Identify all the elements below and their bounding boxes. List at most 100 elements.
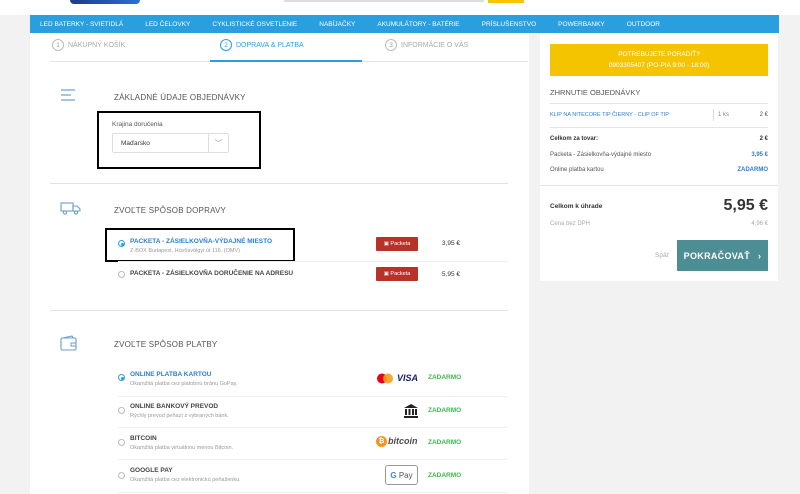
nav-item-outdoor[interactable]: OUTDOOR <box>617 21 672 28</box>
shipping-value: 3,95 € <box>751 152 768 158</box>
shipping-option-price: 5,95 € <box>441 271 460 278</box>
payment-radio-card[interactable] <box>118 374 125 381</box>
continue-button[interactable]: POKRAČOVAŤ › <box>677 240 768 271</box>
payment-radio-bank[interactable] <box>118 407 125 414</box>
shipping-option-price: 3,95 € <box>441 240 460 247</box>
payment-option-bank[interactable]: ONLINE BANKOVÝ PREVOD Rýchly prevod peňa… <box>118 401 508 425</box>
option-divider <box>118 459 508 460</box>
nav-item-akumulatory[interactable]: AKUMULÁTORY - BATÉRIE <box>367 21 471 28</box>
google-g-icon: G <box>390 470 397 480</box>
payment-title: ZVOĽTE SPÔSOB PLATBY <box>114 340 218 349</box>
section-divider <box>50 310 508 311</box>
payment-option-gpay[interactable]: GOOGLE PAY Okamžitá platba cez elektroni… <box>118 465 508 489</box>
bitcoin-logo: bitcoin <box>388 436 418 446</box>
back-link[interactable]: Späť <box>655 252 669 259</box>
nav-item-powerbanky[interactable]: POWERBANKY <box>548 21 617 28</box>
shipping-option-pickup[interactable]: PACKETA - ZÁSIELKOVŇA-VÝDAJNÉ MIESTO Z-B… <box>118 236 508 260</box>
basic-info-title: ZÁKLADNÉ ÚDAJE OBJEDNÁVKY <box>114 93 246 102</box>
goods-label: Celkom za tovar: <box>550 136 599 142</box>
step-number: 2 <box>220 39 232 51</box>
help-phone[interactable]: 0903305407 (PO-PIA 9:00 - 18:00) <box>550 60 768 71</box>
search-input[interactable] <box>284 0 484 2</box>
payment-free-label: ZADARMO <box>428 374 462 381</box>
payment-option-desc: Okamžitá platba cez platobnú bránu GoPay… <box>130 381 238 387</box>
help-banner[interactable]: POTREBUJETE PORADIŤ? 0903305407 (PO-PIA … <box>550 44 768 76</box>
chevron-right-icon: › <box>758 250 762 261</box>
logo[interactable] <box>70 0 140 4</box>
summary-title: ZHRNUTIE OBJEDNÁVKY <box>550 88 641 97</box>
packeta-logo: ▣ Packeta <box>376 237 418 251</box>
shipping-radio-address[interactable] <box>118 271 125 278</box>
gpay-logo: G Pay <box>385 465 418 485</box>
vat-value: 4,96 € <box>751 221 768 227</box>
nav-item-led-baterky[interactable]: LED BATERKY - SVIETIDLÁ <box>30 21 135 28</box>
step-label: INFORMÁCIE O VÁS <box>401 41 469 49</box>
step-customer-info[interactable]: 3 INFORMÁCIE O VÁS <box>385 39 468 51</box>
search-button[interactable] <box>488 0 524 3</box>
payment-option-title: BITCOIN <box>130 435 157 442</box>
summary-divider <box>540 185 778 186</box>
summary-payment-row: Online platba kartou ZADARMO <box>550 167 768 173</box>
step-shipping-payment[interactable]: 2 DOPRAVA & PLATBA <box>220 39 304 51</box>
country-label: Krajina doručenia <box>112 121 163 128</box>
option-divider <box>118 427 508 428</box>
shipping-option-address: Z-BOX Budapest, Húvösvölgyi út 116. (OMV… <box>130 248 240 254</box>
mastercard-icon <box>377 373 393 384</box>
payment-free-label: ZADARMO <box>428 439 462 446</box>
summary-goods-row: Celkom za tovar: 2 € <box>550 136 768 142</box>
payment-free-label: ZADARMO <box>428 472 462 479</box>
payment-option-bitcoin[interactable]: BITCOIN Okamžitá platba virtuálnou menou… <box>118 433 508 457</box>
bitcoin-icon: ₿ <box>376 436 387 447</box>
shipping-radio-pickup[interactable] <box>118 240 125 247</box>
payment-value: ZADARMO <box>737 167 768 173</box>
shipping-option-address-delivery[interactable]: PACKETA - ZÁSIELKOVŇA DORUČENIE NA ADRES… <box>118 266 508 286</box>
shipping-label: Packeta - Zásielkovňa-výdajné miesto <box>550 152 652 158</box>
truck-icon <box>60 202 81 215</box>
shipping-option-title: PACKETA - ZÁSIELKOVŇA-VÝDAJNÉ MIESTO <box>130 238 273 245</box>
section-divider <box>50 183 508 184</box>
summary-item-qty: 1 ks <box>713 109 729 121</box>
nav-item-nabijacky[interactable]: NABÍJAČKY <box>309 21 367 28</box>
summary-divider <box>550 127 768 128</box>
payment-option-desc: Okamžitá platba cez elektronickú peňažen… <box>130 477 241 483</box>
help-title: POTREBUJETE PORADIŤ? <box>618 51 700 58</box>
shipping-title: ZVOĽTE SPÔSOB DOPRAVY <box>114 206 227 215</box>
vat-label: Cena bez DPH <box>550 221 591 227</box>
payment-label: Online platba kartou <box>550 167 604 173</box>
active-step-underline <box>210 60 362 62</box>
option-divider <box>118 492 508 493</box>
packeta-logo-text: Packeta <box>390 241 411 247</box>
step-label: NÁKUPNÝ KOŠÍK <box>68 41 126 49</box>
payment-radio-gpay[interactable] <box>118 472 125 479</box>
payment-free-label: ZADARMO <box>428 407 462 414</box>
shipping-option-title: PACKETA - ZÁSIELKOVŇA DORUČENIE NA ADRES… <box>130 270 294 277</box>
goods-value: 2 € <box>759 136 768 142</box>
visa-logo: VISA <box>397 373 419 383</box>
payment-option-title: GOOGLE PAY <box>130 467 173 474</box>
summary-item-price: 2 € <box>759 112 768 118</box>
step-cart[interactable]: 1 NÁKUPNÝ KOŠÍK <box>52 39 125 51</box>
payment-option-desc: Okamžitá platba virtuálnou menou Bitcoin… <box>130 445 234 451</box>
step-number: 1 <box>52 39 64 51</box>
step-label: DOPRAVA & PLATBA <box>236 41 304 49</box>
summary-shipping-row: Packeta - Zásielkovňa-výdajné miesto 3,9… <box>550 152 768 158</box>
main-navigation: LED BATERKY - SVIETIDLÁ LED ČELOVKY CYKL… <box>30 15 779 33</box>
step-number: 3 <box>385 39 397 51</box>
option-divider <box>118 261 508 262</box>
wallet-icon <box>60 335 77 351</box>
nav-item-prislusenstvo[interactable]: PRÍSLUŠENSTVO <box>472 21 549 28</box>
packeta-logo: ▣ Packeta <box>376 267 418 281</box>
checkout-steps: 1 NÁKUPNÝ KOŠÍK 2 DOPRAVA & PLATBA 3 INF… <box>30 33 529 61</box>
nav-item-cyklisticke[interactable]: CYKLISTICKÉ OSVETLENIE <box>202 21 309 28</box>
lines-icon <box>61 89 75 101</box>
payment-option-title: ONLINE BANKOVÝ PREVOD <box>130 403 219 410</box>
summary-item-name[interactable]: KLIP NA NITECORE TIP ČIERNY - CLIP OF TI… <box>550 112 669 118</box>
country-select[interactable]: Maďarsko ﹀ <box>112 133 229 153</box>
payment-option-desc: Rýchly prevod peňazí z vybraných bánk. <box>130 413 229 419</box>
header-strip <box>0 0 800 15</box>
payment-radio-bitcoin[interactable] <box>118 439 125 446</box>
packeta-logo-text: Packeta <box>390 271 411 277</box>
payment-option-card[interactable]: ONLINE PLATBA KARTOU Okamžitá platba cez… <box>118 369 508 393</box>
option-divider <box>118 396 508 397</box>
nav-item-led-celovky[interactable]: LED ČELOVKY <box>135 21 202 28</box>
